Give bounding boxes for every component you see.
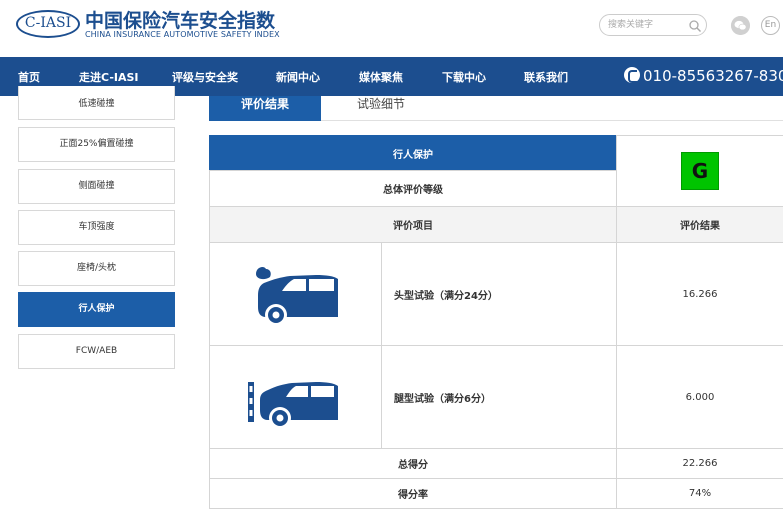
column-header-result: 评价结果 <box>616 206 783 243</box>
language-toggle-button[interactable]: En <box>761 16 780 35</box>
site-header: C-IASI 中国保险汽车安全指数 CHINA INSURANCE AUTOMO… <box>0 0 783 56</box>
score-rate-value: 74% <box>616 478 783 509</box>
sidebar-item-fcw-aeb[interactable]: FCW/AEB <box>18 334 175 369</box>
sidebar-item-pedestrian[interactable]: 行人保护 <box>18 292 175 327</box>
sidebar-item-frontal-offset[interactable]: 正面25%偏置碰撞 <box>18 127 175 162</box>
category-header: 行人保护 <box>209 135 617 171</box>
phone-number: 010-85563267-830 <box>624 67 783 85</box>
row-value-leg-test: 6.000 <box>616 345 783 449</box>
nav-item-news[interactable]: 新闻中心 <box>276 69 320 85</box>
row-icon-cell <box>209 242 382 346</box>
phone-text: 010-85563267-830 <box>643 67 783 85</box>
row-name-head-test: 头型试验（满分24分） <box>381 242 617 346</box>
overall-grade-badge: G <box>681 152 719 190</box>
site-title-cn: 中国保险汽车安全指数 <box>85 10 276 32</box>
sidebar-item-side-impact[interactable]: 侧面碰撞 <box>18 169 175 204</box>
row-icon-cell <box>209 345 382 449</box>
tab-divider <box>321 120 783 121</box>
search-icon[interactable] <box>688 19 702 33</box>
sidebar-item-seat-headrest[interactable]: 座椅/头枕 <box>18 251 175 286</box>
tab-evaluation-results[interactable]: 评价结果 <box>209 96 321 121</box>
car-leg-impact-icon <box>247 382 338 429</box>
nav-item-ratings[interactable]: 评级与安全奖 <box>172 69 238 85</box>
tab-test-details[interactable]: 试验细节 <box>321 96 441 121</box>
nav-item-downloads[interactable]: 下载中心 <box>442 69 486 85</box>
row-name-leg-test: 腿型试验（满分6分） <box>381 345 617 449</box>
total-score-label: 总得分 <box>209 448 617 479</box>
column-header-item: 评价项目 <box>209 206 617 243</box>
car-head-impact-icon <box>255 266 338 326</box>
row-value-head-test: 16.266 <box>616 242 783 346</box>
nav-item-home[interactable]: 首页 <box>18 69 40 85</box>
site-title-en: CHINA INSURANCE AUTOMOTIVE SAFETY INDEX <box>85 30 280 39</box>
total-score-value: 22.266 <box>616 448 783 479</box>
wechat-icon[interactable] <box>731 16 750 35</box>
search-box <box>599 14 707 36</box>
score-rate-label: 得分率 <box>209 478 617 509</box>
logo-text: C-IASI <box>24 15 72 31</box>
nav-item-contact[interactable]: 联系我们 <box>524 69 568 85</box>
overall-rating-label: 总体评价等级 <box>209 170 617 207</box>
nav-item-about[interactable]: 走进C-IASI <box>79 69 139 85</box>
logo[interactable]: C-IASI <box>16 10 80 38</box>
overall-grade-cell: G <box>616 135 783 207</box>
sidebar-item-roof-strength[interactable]: 车顶强度 <box>18 210 175 245</box>
phone-icon <box>624 67 640 83</box>
sidebar-item-low-speed[interactable]: 低速碰撞 <box>18 86 175 120</box>
nav-item-media[interactable]: 媒体聚焦 <box>359 69 403 85</box>
search-input[interactable] <box>608 18 684 32</box>
